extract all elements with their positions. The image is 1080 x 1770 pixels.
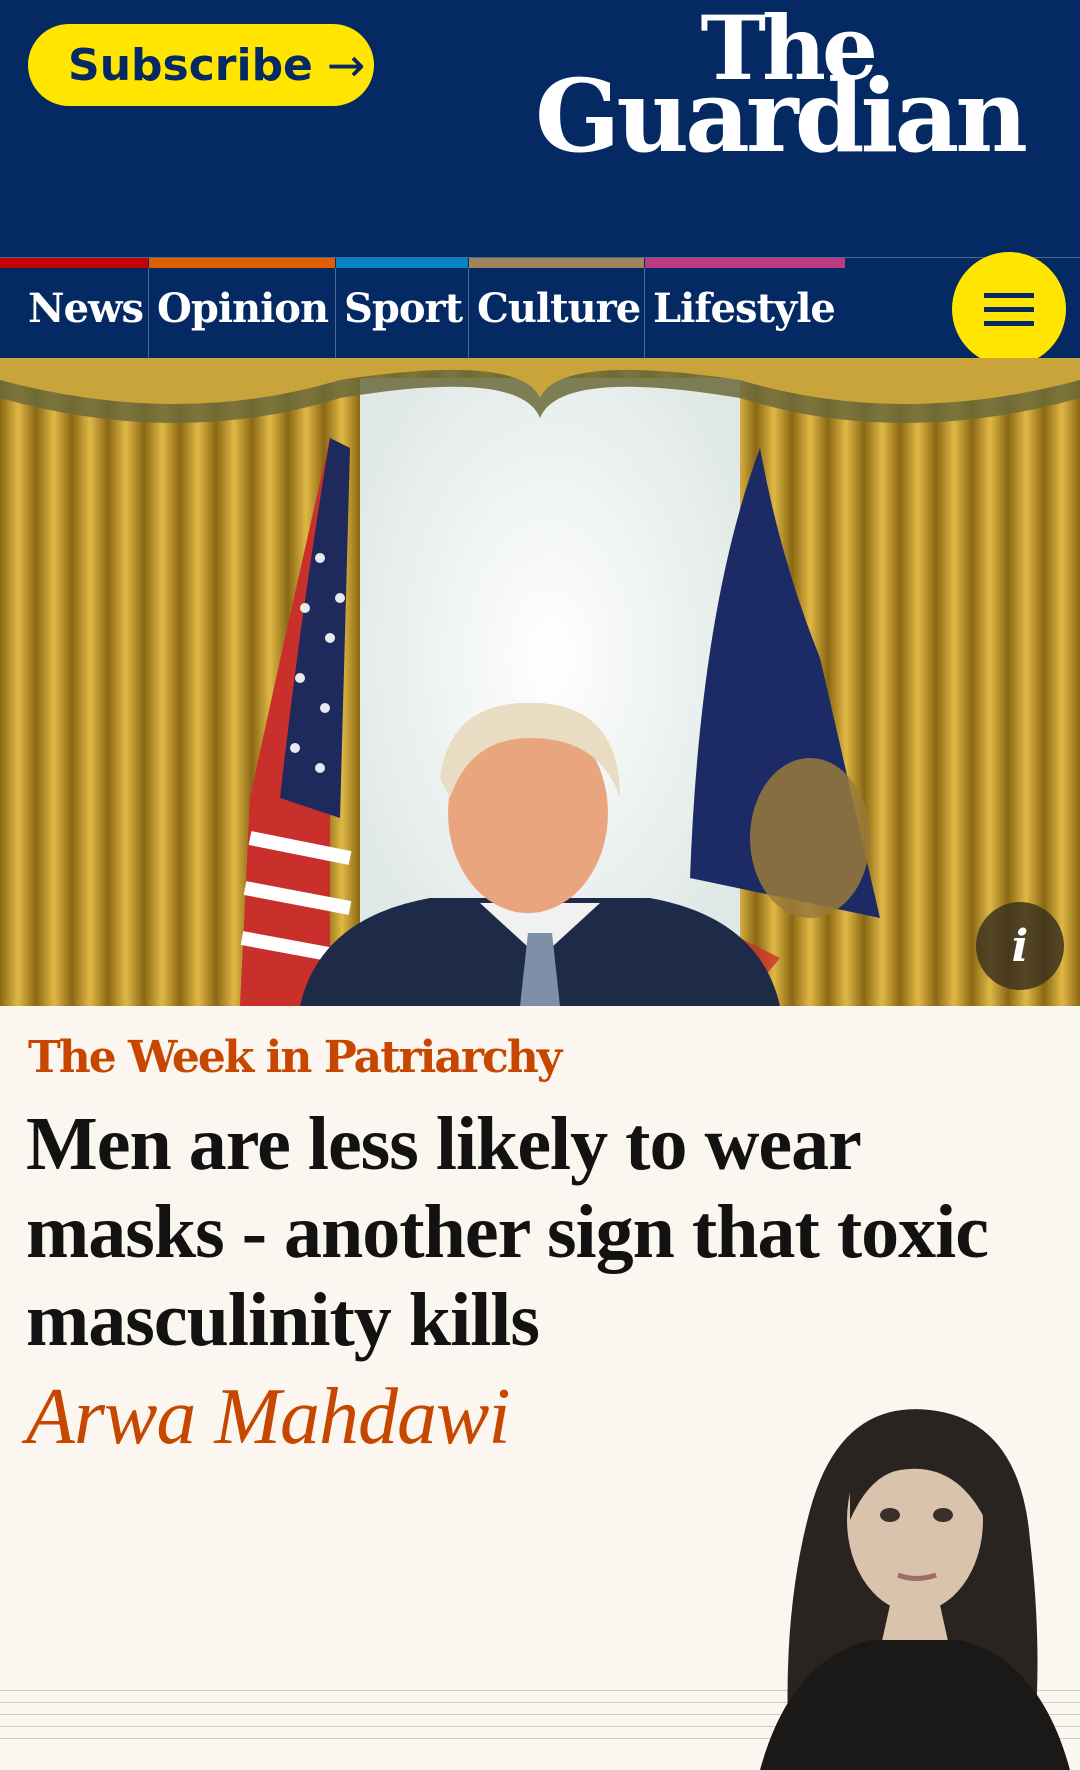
subscribe-label: Subscribe bbox=[68, 39, 313, 91]
nav-pillar-bar-sport bbox=[336, 258, 468, 268]
menu-button[interactable] bbox=[952, 252, 1066, 366]
nav-label-news: News bbox=[28, 284, 144, 332]
hamburger-icon-line bbox=[984, 320, 1034, 326]
article-headline: Men are less likely to wear masks - anot… bbox=[26, 1102, 989, 1362]
nav-pillar-bar-lifestyle bbox=[645, 258, 845, 268]
nav-pillar-bar-news bbox=[0, 258, 148, 268]
image-info-button[interactable]: i bbox=[976, 902, 1064, 990]
guardian-logo[interactable]: The Guardian bbox=[524, 4, 1028, 175]
author-byline[interactable]: Arwa Mahdawi bbox=[26, 1372, 511, 1463]
hamburger-icon-line bbox=[984, 306, 1034, 312]
masthead: Subscribe → The Guardian bbox=[0, 0, 1080, 258]
nav-label-culture: Culture bbox=[477, 284, 641, 332]
logo-line-2: Guardian bbox=[535, 57, 1028, 175]
nav-label-opinion: Opinion bbox=[157, 284, 329, 332]
author-portrait bbox=[760, 1409, 1070, 1770]
nav-item-culture[interactable]: Culture bbox=[469, 258, 644, 358]
nav-item-news[interactable]: News bbox=[0, 258, 148, 358]
subscribe-button[interactable]: Subscribe → bbox=[28, 24, 374, 106]
arrow-right-icon: → bbox=[326, 38, 366, 92]
nav-item-opinion[interactable]: Opinion bbox=[149, 258, 335, 358]
nav-top-rule bbox=[0, 257, 1080, 258]
series-kicker[interactable]: The Week in Patriarchy bbox=[28, 1032, 562, 1083]
info-icon: i bbox=[1011, 920, 1029, 972]
nav-pillar-bar-culture bbox=[469, 258, 644, 268]
hero-image[interactable] bbox=[0, 358, 1080, 1006]
hero-photo bbox=[0, 358, 1080, 1006]
main-nav: News Opinion Sport Culture Lifestyle bbox=[0, 258, 1080, 358]
nav-item-sport[interactable]: Sport bbox=[336, 258, 468, 358]
hamburger-icon-line bbox=[984, 292, 1034, 298]
nav-label-lifestyle: Lifestyle bbox=[653, 284, 836, 332]
nav-pillar-bar-opinion bbox=[149, 258, 335, 268]
nav-item-lifestyle[interactable]: Lifestyle bbox=[645, 258, 845, 358]
nav-label-sport: Sport bbox=[344, 284, 463, 332]
